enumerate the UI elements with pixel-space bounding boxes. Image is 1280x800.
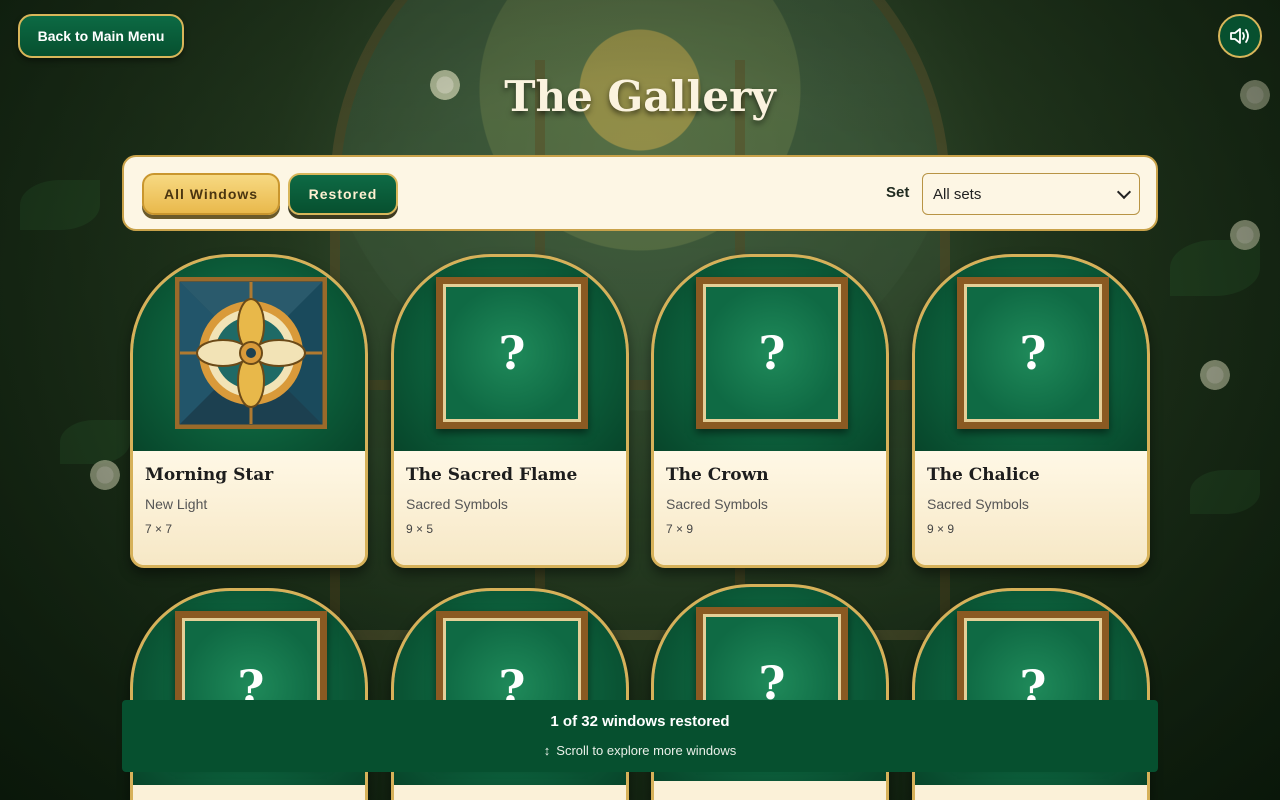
window-preview-area: ? (394, 257, 626, 451)
window-preview-area: ? (654, 257, 886, 451)
set-filter-value: All sets (933, 185, 982, 203)
window-set: Sacred Symbols (666, 496, 768, 512)
filter-bar: All Windows Restored Set All sets (122, 155, 1158, 231)
window-info: Morning Star New Light 7 × 7 (133, 451, 365, 565)
filter-restored-button[interactable]: Restored (288, 173, 398, 215)
question-mark-icon: ? (1019, 326, 1047, 380)
window-card[interactable]: ? The Sacred Flame Sacred Symbols 9 × 5 (391, 254, 629, 568)
window-dimensions: 7 × 7 (145, 522, 173, 536)
restored-count: 1 of 32 windows restored (550, 713, 730, 730)
progress-status-bar: 1 of 32 windows restored ↕ Scroll to expl… (122, 700, 1158, 772)
window-card[interactable]: Morning Star New Light 7 × 7 (130, 254, 368, 568)
speaker-icon (1230, 28, 1249, 44)
window-info: The Crown Sacred Symbols 7 × 9 (654, 451, 886, 565)
window-name: The Crown (666, 465, 769, 485)
set-filter-label: Set (886, 184, 910, 201)
window-name: Morning Star (145, 465, 274, 485)
window-name: The Sacred Flame (406, 465, 578, 485)
window-dimensions: 7 × 9 (666, 522, 694, 536)
window-preview-area (133, 257, 365, 451)
filter-all-windows-button[interactable]: All Windows (142, 173, 280, 215)
stained-glass-window-image (175, 277, 327, 429)
locked-window-frame: ? (436, 277, 588, 429)
chevron-down-icon (1116, 184, 1132, 200)
window-set: Sacred Symbols (927, 496, 1029, 512)
locked-window-frame: ? (696, 277, 848, 429)
window-info: The Sacred Flame Sacred Symbols 9 × 5 (394, 451, 626, 565)
scroll-arrows-icon: ↕ (543, 743, 551, 758)
question-mark-icon: ? (498, 326, 526, 380)
window-name: The Chalice (927, 465, 1040, 485)
window-dimensions: 9 × 5 (406, 522, 434, 536)
scroll-hint-text: Scroll to explore more windows (556, 743, 737, 758)
window-dimensions: 9 × 9 (927, 522, 955, 536)
window-info: The Chalice Sacred Symbols 9 × 9 (915, 451, 1147, 565)
question-mark-icon: ? (758, 326, 786, 380)
window-set: New Light (145, 496, 208, 512)
window-card[interactable]: ? The Chalice Sacred Symbols 9 × 9 (912, 254, 1150, 568)
locked-window-frame: ? (957, 277, 1109, 429)
window-set: Sacred Symbols (406, 496, 508, 512)
page-title: The Gallery (504, 72, 776, 121)
window-preview-area: ? (915, 257, 1147, 451)
set-filter-select[interactable]: All sets (922, 173, 1140, 215)
scroll-hint: ↕ Scroll to explore more windows (122, 743, 1158, 758)
sound-toggle-button[interactable] (1218, 14, 1262, 58)
back-to-main-menu-button[interactable]: Back to Main Menu (18, 14, 184, 58)
window-card[interactable]: ? The Crown Sacred Symbols 7 × 9 (651, 254, 889, 568)
